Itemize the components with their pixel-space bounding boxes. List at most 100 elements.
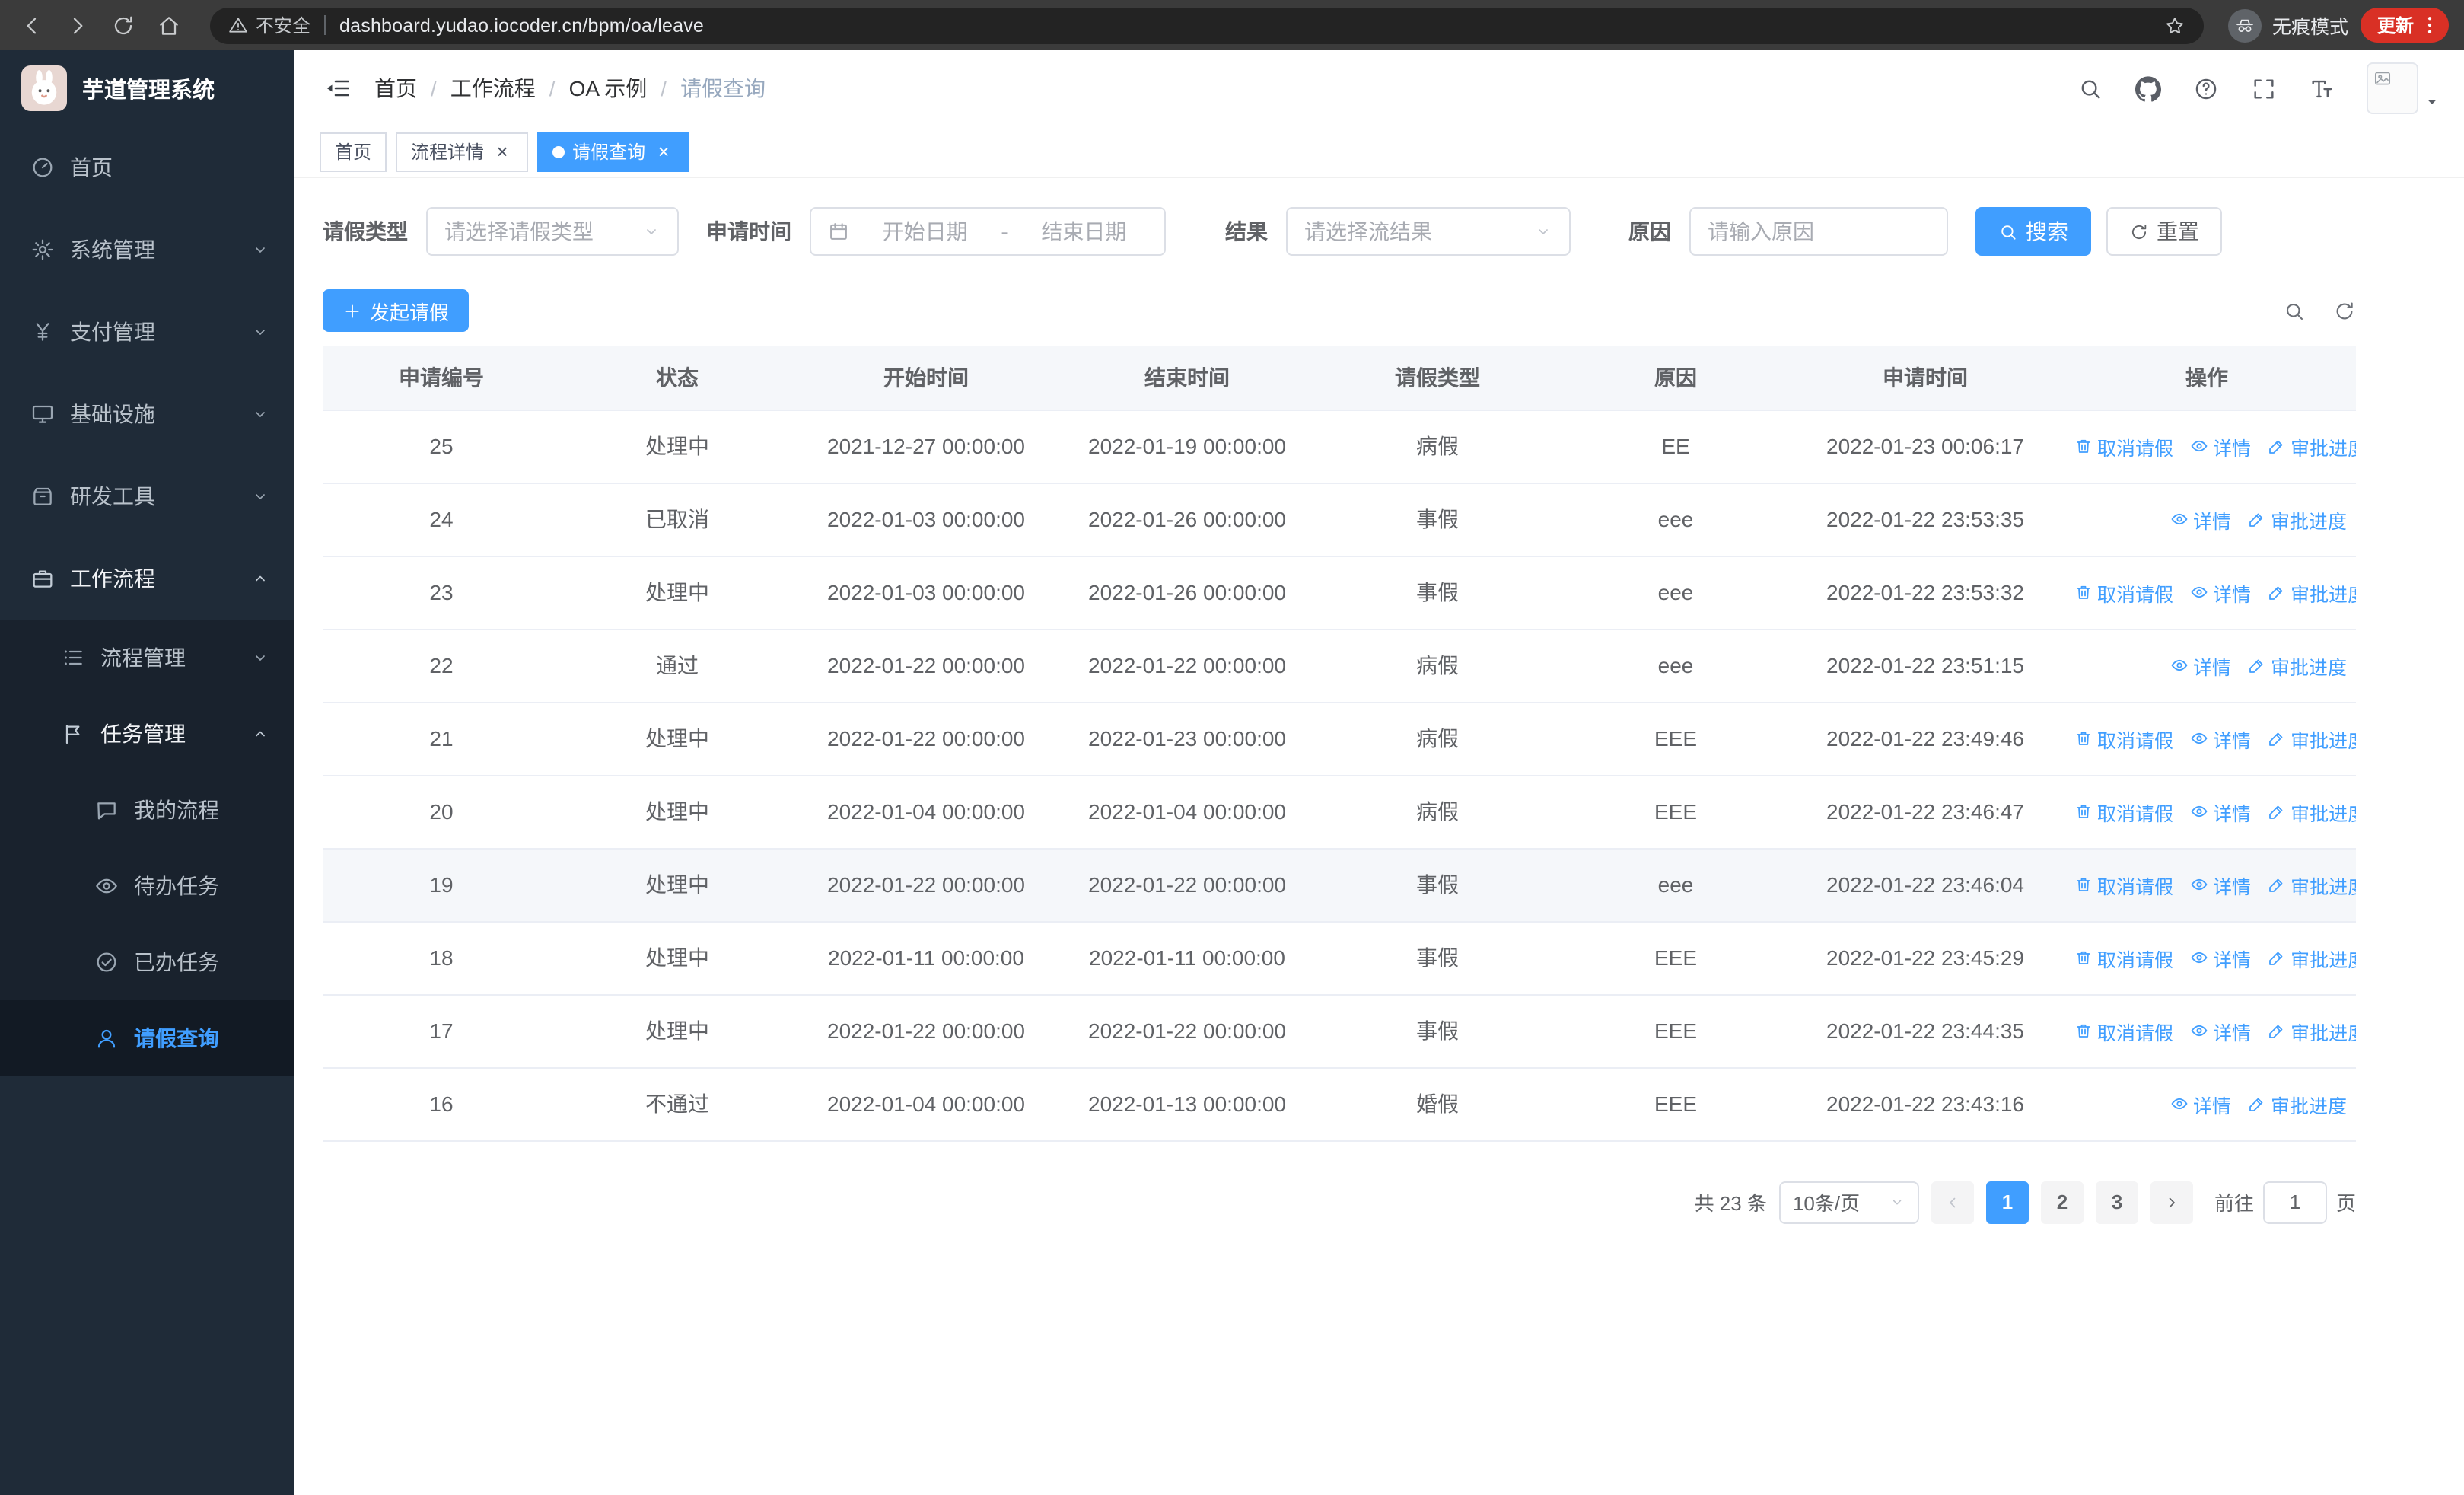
incognito-label: 无痕模式	[2271, 17, 2348, 38]
refresh-table-button[interactable]	[2333, 299, 2356, 322]
site-security-chip[interactable]: 不安全	[228, 12, 310, 38]
action-cancel-link[interactable]: 取消请假	[2074, 797, 2173, 826]
sidebar-item-process-management[interactable]: 流程管理	[0, 620, 294, 696]
view-icon	[2190, 437, 2208, 455]
sidebar-item-dev-tools[interactable]: 研发工具	[0, 455, 294, 537]
process-icon	[61, 645, 85, 670]
breadcrumb-item[interactable]: OA 示例	[569, 73, 648, 104]
reload-button[interactable]	[107, 8, 140, 42]
calendar-icon	[828, 221, 849, 242]
sidebar-item-payment-management[interactable]: 支付管理	[0, 291, 294, 373]
action-progress-link[interactable]: 审批进度	[2268, 724, 2356, 753]
action-cancel-link[interactable]: 取消请假	[2074, 724, 2173, 753]
fullscreen-button[interactable]	[2251, 75, 2277, 101]
action-detail-link[interactable]: 详情	[2190, 797, 2251, 826]
back-icon	[20, 13, 44, 37]
action-progress-link[interactable]: 审批进度	[2268, 943, 2356, 972]
delete-icon	[2074, 583, 2093, 601]
tab-close-icon[interactable]: ×	[492, 141, 513, 162]
page-2-button[interactable]: 2	[2040, 1181, 2084, 1223]
action-progress-link[interactable]: 审批进度	[2248, 505, 2347, 534]
sidebar-fold-button[interactable]	[324, 75, 352, 102]
table-row: 19 处理中 2022-01-22 00:00:00 2022-01-22 00:00…	[323, 848, 2356, 922]
action-detail-link[interactable]: 详情	[2170, 505, 2231, 534]
tab-close-icon[interactable]: ×	[653, 141, 674, 162]
next-page-button[interactable]	[2150, 1181, 2193, 1223]
action-cancel-link[interactable]: 取消请假	[2074, 432, 2173, 461]
sidebar-item-done-tasks[interactable]: 已办任务	[0, 924, 294, 1000]
action-progress-link[interactable]: 审批进度	[2248, 651, 2347, 680]
action-cancel-link[interactable]: 取消请假	[2074, 1016, 2173, 1045]
delete-icon	[2074, 437, 2093, 455]
search-button-header[interactable]	[2077, 75, 2103, 101]
font-size-button[interactable]	[2309, 75, 2335, 101]
user-menu[interactable]	[2367, 62, 2440, 114]
sidebar-item-my-process[interactable]: 我的流程	[0, 772, 294, 848]
sidebar-item-home[interactable]: 首页	[0, 126, 294, 209]
home-button[interactable]	[152, 8, 186, 42]
sidebar-item-todo-tasks[interactable]: 待办任务	[0, 848, 294, 924]
page-size-select[interactable]: 10条/页	[1778, 1181, 1919, 1223]
tab-home[interactable]: 首页	[320, 132, 387, 171]
page-goto-input[interactable]	[2262, 1181, 2327, 1223]
active-tab-dot	[552, 145, 565, 158]
sidebar-item-system-management[interactable]: 系统管理	[0, 209, 294, 291]
action-detail-link[interactable]: 详情	[2170, 1089, 2231, 1118]
forward-button[interactable]	[61, 8, 94, 42]
sidebar-item-leave-query[interactable]: 请假查询	[0, 1000, 294, 1076]
github-button[interactable]	[2135, 75, 2161, 101]
help-button[interactable]	[2193, 75, 2219, 101]
plus-icon	[342, 301, 362, 320]
font-size-icon	[2309, 75, 2335, 101]
action-progress-link[interactable]: 审批进度	[2268, 432, 2356, 461]
page-3-button[interactable]: 3	[2095, 1181, 2138, 1223]
tab-label: 流程详情	[411, 142, 485, 163]
sidebar-item-workflow[interactable]: 工作流程	[0, 537, 294, 620]
action-detail-link[interactable]: 详情	[2190, 1016, 2251, 1045]
action-progress-link[interactable]: 审批进度	[2268, 870, 2356, 899]
view-icon	[2190, 875, 2208, 894]
sidebar-item-task-management[interactable]: 任务管理	[0, 696, 294, 772]
reason-input[interactable]	[1708, 219, 1930, 244]
back-button[interactable]	[15, 8, 49, 42]
update-button[interactable]: 更新	[2360, 8, 2449, 43]
cell-start-time: 2022-01-22 00:00:00	[794, 994, 1058, 1068]
search-button[interactable]: 搜索	[1975, 207, 2091, 256]
table-row: 16 不通过 2022-01-04 00:00:00 2022-01-13 00:00…	[323, 1067, 2356, 1141]
page-1-button[interactable]: 1	[1985, 1181, 2029, 1223]
action-cancel-link[interactable]: 取消请假	[2074, 578, 2173, 607]
action-progress-link[interactable]: 审批进度	[2248, 1089, 2347, 1118]
create-leave-button[interactable]: 发起请假	[323, 289, 470, 332]
tab-leave-query[interactable]: 请假查询 ×	[537, 132, 690, 171]
action-detail-link[interactable]: 详情	[2190, 943, 2251, 972]
breadcrumb-item[interactable]: 工作流程	[450, 73, 536, 104]
action-detail-link[interactable]: 详情	[2190, 870, 2251, 899]
action-detail-link[interactable]: 详情	[2190, 724, 2251, 753]
cell-status: 不通过	[560, 1067, 794, 1141]
action-cancel-link[interactable]: 取消请假	[2074, 943, 2173, 972]
tab-process-detail[interactable]: 流程详情 ×	[396, 132, 529, 171]
chevron-right-icon	[2163, 1193, 2181, 1211]
action-detail-link[interactable]: 详情	[2190, 578, 2251, 607]
sidebar-item-infrastructure[interactable]: 基础设施	[0, 373, 294, 455]
cell-status: 处理中	[560, 556, 794, 630]
breadcrumb-item[interactable]: 首页	[374, 73, 417, 104]
reset-button[interactable]: 重置	[2106, 207, 2222, 256]
action-cancel-link[interactable]: 取消请假	[2074, 870, 2173, 899]
prev-page-button[interactable]	[1931, 1181, 1974, 1223]
leave-type-select[interactable]: 请选择请假类型	[426, 207, 679, 256]
browser-menu-icon[interactable]	[2418, 14, 2441, 37]
payment-icon	[30, 320, 55, 344]
action-progress-link[interactable]: 审批进度	[2268, 1016, 2356, 1045]
action-detail-link[interactable]: 详情	[2170, 651, 2231, 680]
security-label: 不安全	[256, 15, 311, 37]
toggle-search-button[interactable]	[2283, 299, 2306, 322]
sidebar-logo[interactable]: 芋道管理系统	[0, 50, 294, 126]
action-progress-link[interactable]: 审批进度	[2268, 797, 2356, 826]
bookmark-star-button[interactable]	[2164, 14, 2185, 36]
address-bar[interactable]: 不安全 dashboard.yudao.iocoder.cn/bpm/oa/le…	[210, 7, 2204, 43]
apply-time-range-picker[interactable]: 开始日期 - 结束日期	[810, 207, 1166, 256]
result-select[interactable]: 请选择流结果	[1286, 207, 1571, 256]
action-detail-link[interactable]: 详情	[2190, 432, 2251, 461]
action-progress-link[interactable]: 审批进度	[2268, 578, 2356, 607]
